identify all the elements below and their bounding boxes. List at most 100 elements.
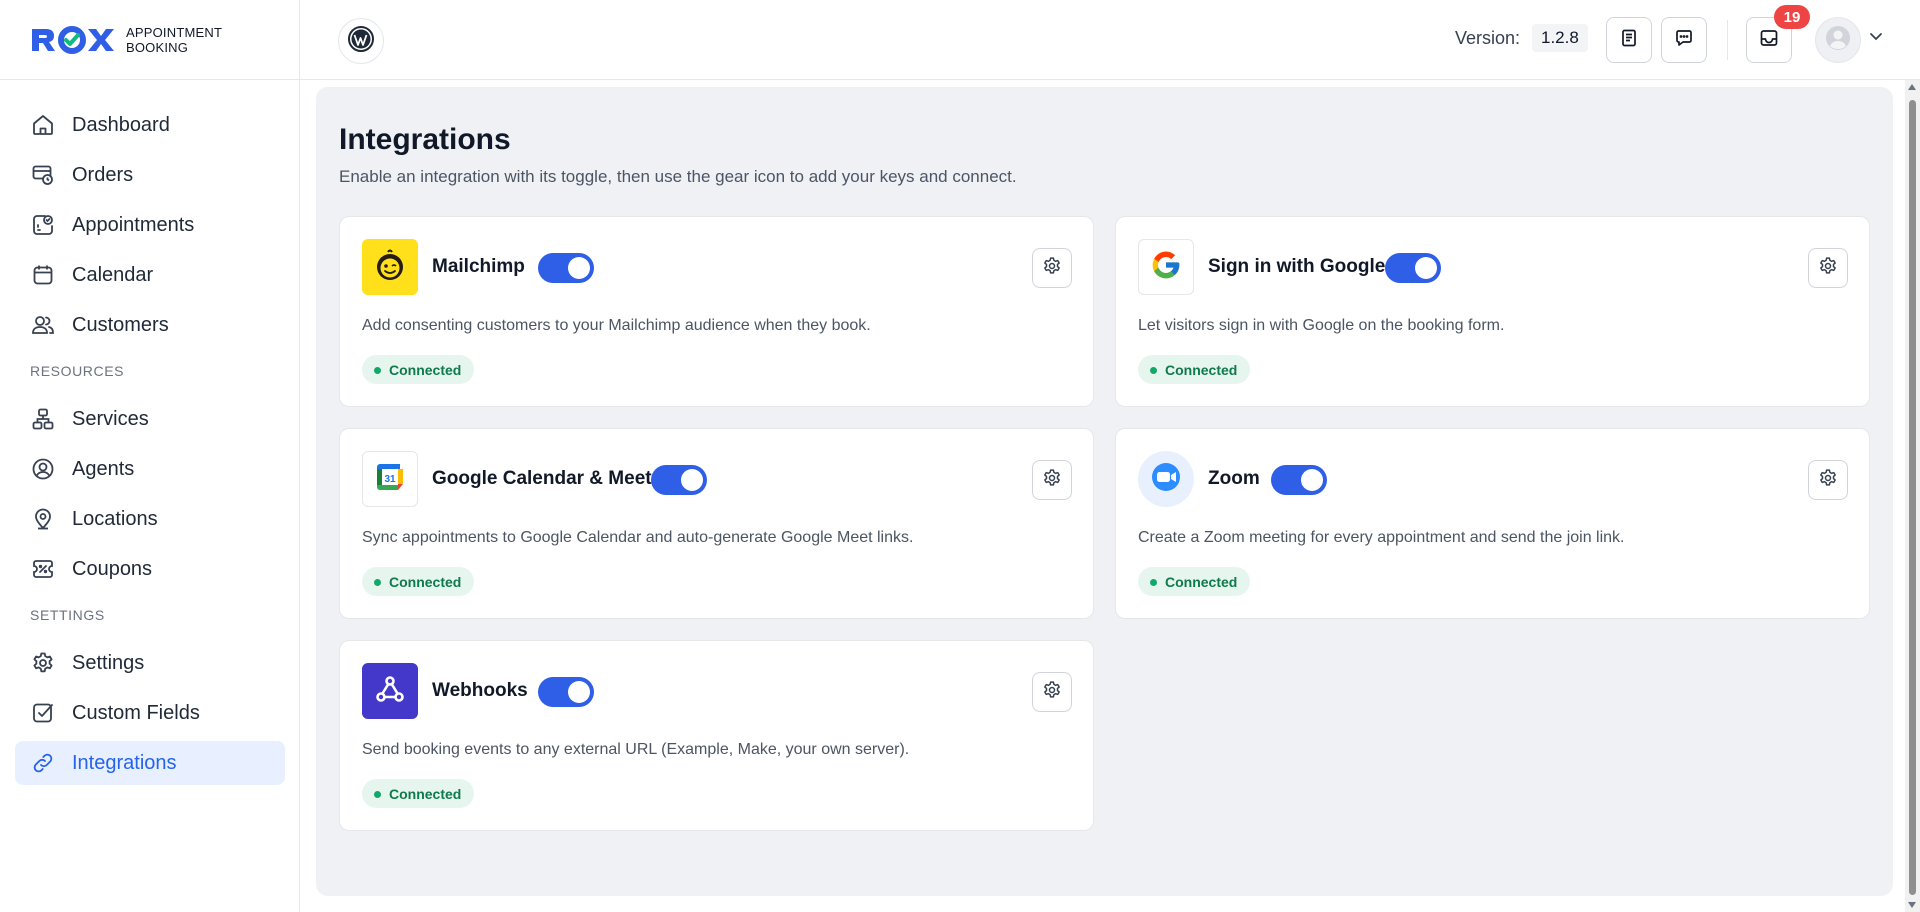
docs-button[interactable]	[1606, 17, 1652, 63]
status-badge: Connected	[362, 567, 475, 596]
brand-name-line2: BOOKING	[126, 40, 189, 55]
mailchimp-toggle[interactable]	[538, 253, 594, 283]
orders-icon	[30, 162, 56, 188]
sidebar-item-custom-fields[interactable]: Custom Fields	[15, 691, 285, 735]
scrollbar-thumb[interactable]	[1909, 100, 1916, 895]
sidebar-item-settings[interactable]: Settings	[15, 641, 285, 685]
sidebar-item-agents[interactable]: Agents	[15, 447, 285, 491]
topbar: Version: 1.2.8 19	[300, 0, 1920, 80]
sidebar-item-label: Agents	[72, 457, 135, 480]
status-badge: Connected	[1138, 355, 1251, 384]
gear-icon	[30, 650, 56, 676]
sidebar-item-integrations[interactable]: Integrations	[15, 741, 285, 785]
google-calendar-toggle[interactable]	[651, 465, 707, 495]
google-logo	[1138, 239, 1194, 295]
page-scrollbar[interactable]	[1905, 80, 1920, 912]
gear-icon	[1818, 468, 1838, 493]
google-calendar-settings-button[interactable]	[1032, 460, 1072, 500]
sidebar-item-label: Settings	[72, 651, 145, 674]
integration-description: Create a Zoom meeting for every appointm…	[1138, 529, 1625, 546]
google-calendar-logo: 31	[362, 451, 418, 507]
version-value: 1.2.8	[1532, 24, 1588, 52]
mailchimp-icon	[371, 246, 409, 289]
integration-name: Sign in with Google	[1208, 256, 1386, 277]
sidebar-item-coupons[interactable]: Coupons	[15, 547, 285, 591]
calendar-icon: 31	[374, 461, 406, 498]
webhook-icon	[373, 672, 407, 711]
sidebar-item-label: Coupons	[72, 557, 153, 580]
scroll-down-arrow-icon[interactable]	[1908, 902, 1916, 908]
integration-description: Add consenting customers to your Mailchi…	[362, 317, 871, 334]
sidebar-nav: Dashboard Orders Appointments Calendar C…	[15, 103, 285, 791]
main-content: Integrations Enable an integration with …	[316, 87, 1893, 896]
divider	[1727, 20, 1728, 60]
google-signin-toggle[interactable]	[1385, 253, 1441, 283]
version-label: Version:	[1455, 28, 1521, 48]
location-pin-icon	[30, 506, 56, 532]
brand-name-line1: APPOINTMENT	[126, 25, 223, 40]
integration-card-zoom: Zoom Create a Zoom meeting for every app…	[1115, 428, 1870, 619]
document-icon	[1619, 28, 1639, 53]
mailchimp-settings-button[interactable]	[1032, 248, 1072, 288]
sidebar-item-label: Custom Fields	[72, 701, 200, 724]
status-badge: Connected	[1138, 567, 1251, 596]
sidebar-item-label: Services	[72, 407, 149, 430]
sidebar-item-appointments[interactable]: Appointments	[15, 203, 285, 247]
integration-card-google-calendar: 31 Google Calendar & Meet Sync appointme…	[339, 428, 1094, 619]
integration-name: Mailchimp	[432, 256, 525, 277]
sidebar-item-customers[interactable]: Customers	[15, 303, 285, 347]
status-badge: Connected	[362, 355, 475, 384]
brand-name: APPOINTMENT BOOKING	[126, 25, 222, 55]
sidebar-item-label: Locations	[72, 507, 158, 530]
zoom-toggle[interactable]	[1271, 465, 1327, 495]
sidebar-item-label: Dashboard	[72, 113, 170, 136]
page-title: Integrations	[339, 123, 511, 156]
gear-icon	[1042, 680, 1062, 705]
sidebar-item-services[interactable]: Services	[15, 397, 285, 441]
google-signin-settings-button[interactable]	[1808, 248, 1848, 288]
sidebar-item-label: Appointments	[72, 213, 195, 236]
integration-card-google-signin: Sign in with Google Let visitors sign in…	[1115, 216, 1870, 407]
mailchimp-logo	[362, 239, 418, 295]
inbox-icon	[1759, 28, 1779, 53]
link-icon	[30, 750, 56, 776]
checkbox-icon	[30, 700, 56, 726]
webhooks-logo	[362, 663, 418, 719]
sidebar-item-label: Orders	[72, 163, 134, 186]
status-badge: Connected	[362, 779, 475, 808]
webhooks-settings-button[interactable]	[1032, 672, 1072, 712]
webhooks-toggle[interactable]	[538, 677, 594, 707]
gear-icon	[1818, 256, 1838, 281]
sidebar-item-label: Customers	[72, 313, 169, 336]
integration-name: Google Calendar & Meet	[432, 468, 652, 489]
chevron-down-icon[interactable]	[1868, 28, 1884, 49]
section-heading-settings: SETTINGS	[30, 607, 105, 623]
sidebar-item-label: Integrations	[72, 751, 177, 774]
sidebar-item-orders[interactable]: Orders	[15, 153, 285, 197]
wordpress-button[interactable]	[338, 18, 384, 64]
page-description: Enable an integration with its toggle, t…	[339, 167, 1017, 186]
zoom-settings-button[interactable]	[1808, 460, 1848, 500]
integration-name: Zoom	[1208, 468, 1260, 489]
support-chat-button[interactable]	[1661, 17, 1707, 63]
sidebar-item-dashboard[interactable]: Dashboard	[15, 103, 285, 147]
scroll-up-arrow-icon[interactable]	[1908, 84, 1916, 90]
integration-name: Webhooks	[432, 680, 528, 701]
coupon-icon	[30, 556, 56, 582]
brand-logo[interactable]: APPOINTMENT BOOKING	[30, 24, 222, 56]
integration-description: Send booking events to any external URL …	[362, 741, 910, 758]
zoom-icon	[1150, 461, 1182, 498]
appointments-icon	[30, 212, 56, 238]
sidebar-item-label: Calendar	[72, 263, 154, 286]
google-icon	[1150, 249, 1182, 286]
user-icon	[1825, 25, 1851, 56]
integration-card-mailchimp: Mailchimp Add consenting customers to yo…	[339, 216, 1094, 407]
calendar-icon	[30, 262, 56, 288]
user-avatar[interactable]	[1815, 17, 1861, 63]
sidebar-item-calendar[interactable]: Calendar	[15, 253, 285, 297]
sidebar-item-locations[interactable]: Locations	[15, 497, 285, 541]
svg-text:31: 31	[384, 474, 396, 485]
gear-icon	[1042, 468, 1062, 493]
services-icon	[30, 406, 56, 432]
wordpress-icon	[347, 25, 375, 58]
